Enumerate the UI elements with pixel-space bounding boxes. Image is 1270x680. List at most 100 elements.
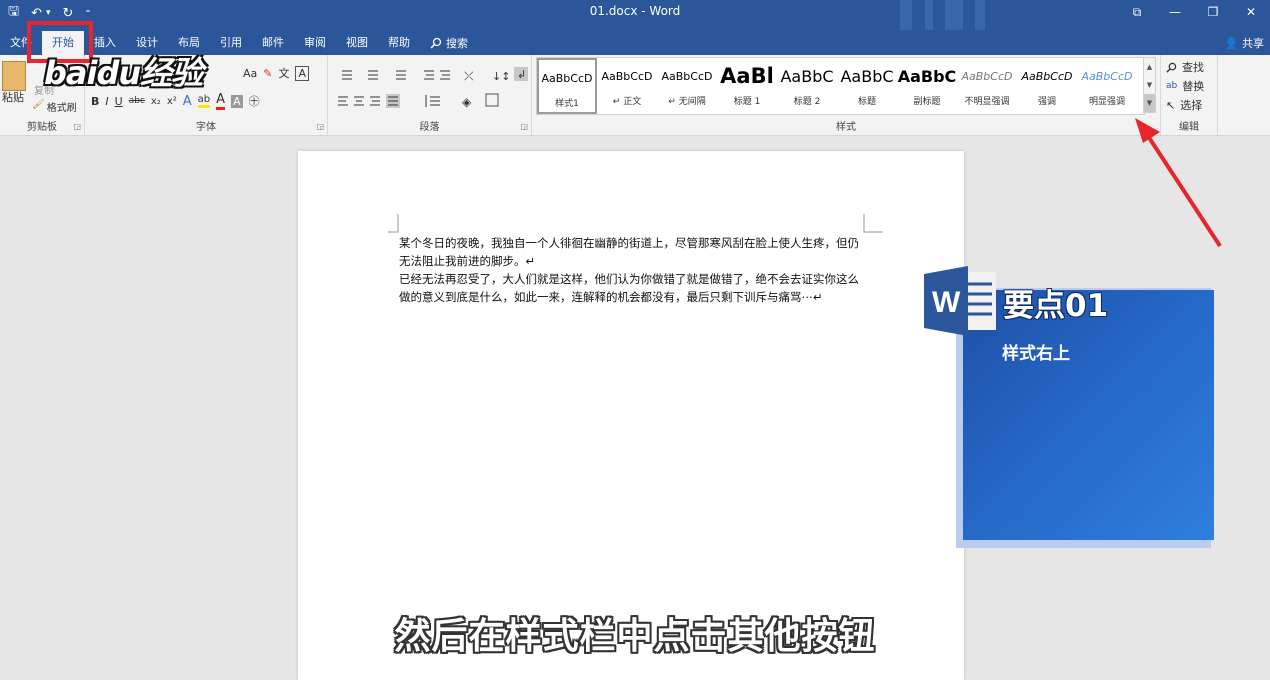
tell-me-label: 搜索	[446, 37, 468, 50]
highlight-button[interactable]: ab	[197, 94, 211, 108]
find-button[interactable]: 查找	[1166, 59, 1204, 75]
watermark-logo: baidu经验	[44, 54, 203, 92]
font-color-button[interactable]: A	[216, 92, 226, 110]
title-bar: 🖫 ↶ ▾ ↻ ⁼ 01.docx - Word ⧉ — ❐ ✕ 文件 开始 插…	[0, 0, 1270, 55]
style-item[interactable]: AaBbCcD ↵ 无间隔	[657, 58, 717, 114]
character-border-button[interactable]: A	[295, 65, 310, 81]
video-caption: 然后在样式栏中点击其他按钮	[394, 616, 876, 657]
style-item[interactable]: AaBl 标题 1	[717, 58, 777, 114]
logo-letter: W	[932, 286, 961, 319]
ribbon-display-icon[interactable]: ⧉	[1118, 0, 1156, 24]
format-painter-label: 格式刷	[46, 103, 77, 114]
overlay-card	[963, 290, 1214, 540]
style-preview: AaBbCcD	[1081, 69, 1133, 83]
dialog-launcher-icon[interactable]: ◲	[520, 122, 528, 131]
find-label: 查找	[1182, 61, 1204, 74]
tab-mailings[interactable]: 邮件	[252, 31, 294, 55]
clipboard-group-label: 剪贴板	[27, 122, 57, 133]
subscript-button[interactable]: x₂	[151, 96, 161, 107]
style-item[interactable]: AaBbCcD 样式1	[537, 58, 597, 114]
corner-mark	[863, 214, 883, 233]
paragraph-group: ⤫ ↓↕ ↲ ◈ 段落 ◲	[328, 55, 532, 135]
restore-icon[interactable]: ❐	[1194, 0, 1232, 24]
window-title: 01.docx - Word	[589, 4, 681, 18]
paragraph-group-label: 段落	[419, 122, 440, 133]
style-preview: AaBbCcD	[601, 69, 653, 83]
style-item[interactable]: AaBbC 副标题	[897, 58, 957, 114]
styles-gallery-scroll: ▲ ▼ ▼	[1143, 57, 1156, 113]
style-name: ↵ 正文	[612, 97, 642, 107]
red-arrow	[1135, 118, 1222, 248]
paste-button[interactable]: 粘贴	[2, 89, 24, 105]
svg-text:↓↕: ↓↕	[492, 70, 510, 83]
change-case-button[interactable]: Aa	[243, 67, 257, 80]
replace-label: 替换	[1182, 80, 1205, 93]
style-preview: AaBl	[720, 64, 774, 88]
tab-view[interactable]: 视图	[336, 31, 378, 55]
pinyin-button[interactable]: 文	[278, 65, 289, 81]
brush-icon: 🖌	[32, 99, 45, 110]
style-name: ↵ 无间隔	[668, 97, 706, 107]
style-name: 样式1	[555, 99, 579, 109]
paste-icon[interactable]	[2, 61, 26, 91]
character-shading-button[interactable]: A	[231, 94, 243, 108]
scroll-down-icon[interactable]: ▼	[1144, 76, 1155, 94]
strikethrough-button[interactable]: abc	[129, 96, 145, 106]
format-painter-button[interactable]: 🖌 格式刷	[32, 99, 77, 114]
style-item[interactable]: AaBbCcD ↵ 正文	[597, 58, 657, 114]
bold-button[interactable]: B	[91, 95, 99, 108]
enclose-character-button[interactable]: ㊉	[249, 93, 260, 109]
style-item[interactable]: AaBbC 标题 2	[777, 58, 837, 114]
tab-review[interactable]: 审阅	[294, 31, 336, 55]
scroll-up-icon[interactable]: ▲	[1144, 58, 1155, 76]
overlay-subtitle: 样式右上	[1002, 344, 1070, 364]
style-preview: AaBbCcD	[541, 71, 593, 85]
close-icon[interactable]: ✕	[1232, 0, 1270, 24]
tab-references[interactable]: 引用	[210, 31, 252, 55]
style-name: 标题 1	[733, 97, 761, 107]
style-preview: AaBbC	[840, 66, 894, 86]
tab-help[interactable]: 帮助	[378, 31, 420, 55]
document-paragraph: 已经无法再忍受了，大人们就是这样，他们认为你做错了就是做错了，绝不会去证实你这么…	[399, 272, 859, 304]
replace-icon: ab	[1166, 81, 1178, 91]
underline-button[interactable]: U	[115, 95, 123, 108]
style-name: 标题 2	[793, 97, 821, 107]
style-name: 标题	[857, 97, 876, 107]
styles-group-label: 样式	[836, 122, 856, 133]
clear-format-icon[interactable]: ✎	[263, 67, 272, 80]
svg-text:◈: ◈	[462, 95, 472, 109]
superscript-button[interactable]: x²	[167, 96, 177, 107]
text-effect-button[interactable]: A	[183, 94, 192, 109]
share-label: 共享	[1242, 37, 1264, 50]
style-item[interactable]: AaBbC 标题	[837, 58, 897, 114]
document-paragraph: 某个冬日的夜晚，我独自一个人徘徊在幽静的街道上，尽管那寒风刮在脸上使人生疼，但仍…	[399, 236, 859, 268]
minimize-icon[interactable]: —	[1156, 0, 1194, 24]
font-group-label: 字体	[196, 122, 216, 133]
person-icon: 👤	[1224, 37, 1239, 50]
style-preview: AaBbCcD	[661, 69, 713, 83]
style-name: 明显强调	[1088, 97, 1125, 107]
style-preview: AaBbCcD	[961, 69, 1013, 83]
style-preview: AaBbC	[780, 66, 834, 86]
corner-mark	[388, 214, 399, 233]
window-controls: ⧉ — ❐ ✕	[1118, 0, 1270, 24]
svg-text:⤫: ⤫	[464, 69, 474, 83]
overlay-title: 要点01	[1003, 288, 1109, 324]
style-preview: AaBbCcD	[1021, 69, 1073, 83]
share-button[interactable]: 👤 共享	[1225, 35, 1264, 51]
style-item[interactable]: AaBbCcD 强调	[1017, 58, 1077, 114]
dialog-launcher-icon[interactable]: ◲	[316, 122, 324, 131]
search-icon	[430, 37, 442, 49]
document-body[interactable]: 某个冬日的夜晚，我独自一个人徘徊在幽静的街道上，尽管那寒风刮在脸上使人生疼，但仍…	[399, 234, 869, 306]
tell-me-search[interactable]: 搜索	[420, 35, 478, 51]
style-item[interactable]: AaBbCcD 明显强调	[1077, 58, 1137, 114]
italic-button[interactable]: I	[105, 95, 108, 108]
style-name: 不明显强调	[964, 97, 1010, 107]
word-logo-icon: W	[924, 266, 996, 336]
style-preview: AaBbC	[897, 66, 957, 86]
paragraph-tools[interactable]: ⤫ ↓↕ ↲ ◈	[334, 63, 530, 123]
style-item[interactable]: AaBbCcD 不明显强调	[957, 58, 1017, 114]
dialog-launcher-icon[interactable]: ◲	[73, 122, 81, 131]
replace-button[interactable]: ab 替换	[1166, 78, 1204, 94]
style-name: 强调	[1037, 97, 1056, 107]
